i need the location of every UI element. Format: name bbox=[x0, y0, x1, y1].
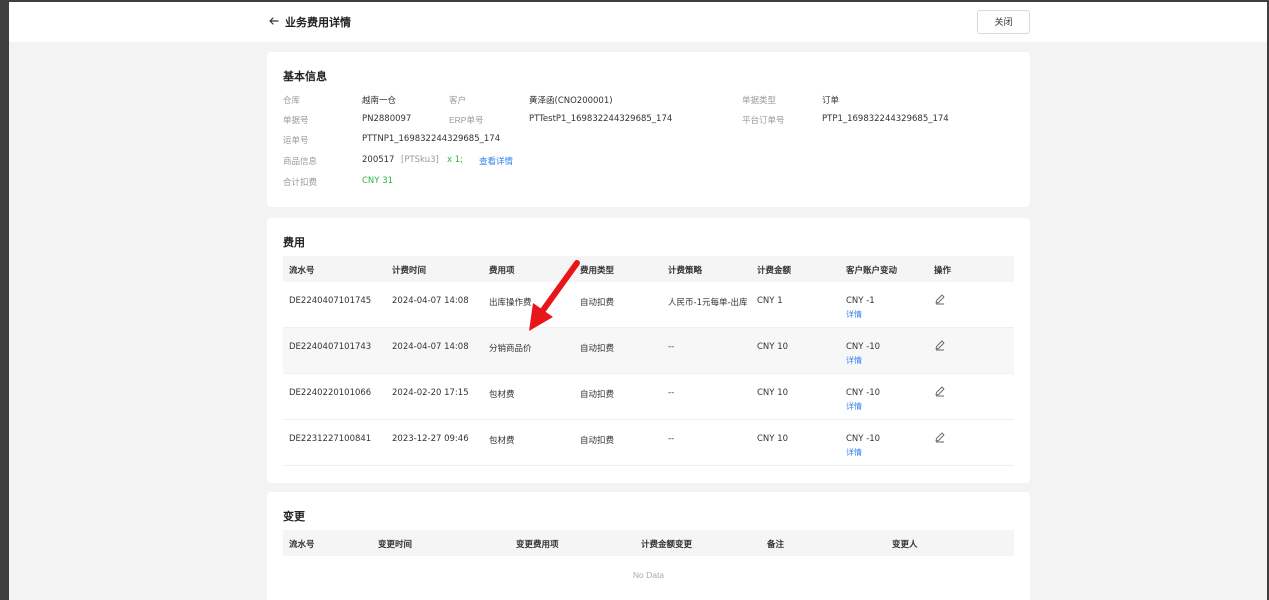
col-serial: 流水号 bbox=[289, 539, 315, 549]
changes-table: 流水号 变更时间 变更费用项 计费金额变更 备注 变更人 No Data bbox=[283, 530, 1014, 600]
col-amount-change: 计费金额变更 bbox=[641, 539, 693, 549]
account-change-cell: CNY -10 bbox=[846, 434, 881, 444]
erp-no-label: ERP单号 bbox=[449, 115, 484, 125]
strategy-cell: -- bbox=[668, 434, 675, 444]
type-cell: 自动扣费 bbox=[580, 390, 615, 400]
edit-icon[interactable] bbox=[934, 431, 946, 443]
time-cell: 2023-12-27 09:46 bbox=[392, 434, 469, 444]
detail-link[interactable]: 详情 bbox=[846, 355, 862, 366]
amount-cell: CNY 10 bbox=[757, 388, 789, 398]
time-cell: 2024-04-07 14:08 bbox=[392, 296, 469, 306]
goods-sku-value: [PTSku3] bbox=[401, 155, 439, 165]
table-row: DE2240407101743 2024-04-07 14:08 分销商品价 自… bbox=[283, 328, 1014, 374]
basic-info-title: 基本信息 bbox=[283, 71, 327, 83]
fees-title: 费用 bbox=[283, 237, 305, 249]
col-account-change: 客户账户变动 bbox=[846, 265, 898, 275]
customer-label: 客户 bbox=[449, 95, 467, 105]
total-fee-label: 合计扣费 bbox=[283, 177, 318, 187]
strategy-cell: 人民币-1元每单-出库 bbox=[668, 298, 748, 308]
col-item: 费用项 bbox=[489, 265, 515, 275]
col-time: 计费时间 bbox=[392, 265, 427, 275]
time-cell: 2024-04-07 14:08 bbox=[392, 342, 469, 352]
edit-icon[interactable] bbox=[934, 293, 946, 305]
serial-cell: DE2240407101743 bbox=[289, 342, 372, 352]
edit-icon[interactable] bbox=[934, 385, 946, 397]
account-change-cell: CNY -10 bbox=[846, 342, 881, 352]
empty-state-text: No Data bbox=[632, 570, 665, 580]
serial-cell: DE2240407101745 bbox=[289, 296, 372, 306]
table-row: DE2240407101745 2024-04-07 14:08 出库操作费 自… bbox=[283, 282, 1014, 328]
account-change-cell: CNY -1 bbox=[846, 296, 875, 306]
strategy-cell: -- bbox=[668, 388, 675, 398]
close-button[interactable]: 关闭 bbox=[977, 10, 1030, 34]
erp-no-value: PTTestP1_169832244329685_174 bbox=[529, 114, 673, 124]
table-row: DE2231227100841 2023-12-27 09:46 包材费 自动扣… bbox=[283, 420, 1014, 466]
doc-type-label: 单据类型 bbox=[742, 95, 777, 105]
page-title: 业务费用详情 bbox=[285, 17, 351, 29]
fee-detail-page: 业务费用详情 关闭 基本信息 仓库 越南一仓 客户 黄泽函(CNO200001)… bbox=[9, 2, 1267, 600]
col-operator: 变更人 bbox=[892, 539, 918, 549]
col-actions: 操作 bbox=[934, 265, 952, 275]
changes-table-header: 流水号 变更时间 变更费用项 计费金额变更 备注 变更人 bbox=[283, 530, 1014, 556]
doc-type-value: 订单 bbox=[822, 96, 840, 106]
modal-backdrop-left bbox=[0, 0, 9, 600]
item-cell: 分销商品价 bbox=[489, 344, 532, 354]
fees-card: 费用 流水号 计费时间 费用项 费用类型 计费策略 计费金额 客户账户变动 操作… bbox=[267, 218, 1030, 483]
type-cell: 自动扣费 bbox=[580, 436, 615, 446]
col-amount: 计费金额 bbox=[757, 265, 792, 275]
goods-info-label: 商品信息 bbox=[283, 156, 318, 166]
view-goods-detail-link[interactable]: 查看详情 bbox=[479, 155, 513, 167]
total-fee-value: CNY 31 bbox=[362, 176, 394, 186]
detail-link[interactable]: 详情 bbox=[846, 447, 862, 458]
col-remark: 备注 bbox=[767, 539, 785, 549]
edit-icon[interactable] bbox=[934, 339, 946, 351]
item-cell: 包材费 bbox=[489, 390, 515, 400]
detail-link[interactable]: 详情 bbox=[846, 401, 862, 412]
amount-cell: CNY 10 bbox=[757, 342, 789, 352]
detail-link[interactable]: 详情 bbox=[846, 309, 862, 320]
platform-no-label: 平台订单号 bbox=[742, 115, 785, 125]
serial-cell: DE2231227100841 bbox=[289, 434, 372, 444]
col-type: 费用类型 bbox=[580, 265, 615, 275]
col-serial: 流水号 bbox=[289, 265, 315, 275]
serial-cell: DE2240220101066 bbox=[289, 388, 372, 398]
tracking-no-value: PTTNP1_169832244329685_174 bbox=[362, 134, 501, 144]
changes-card: 变更 流水号 变更时间 变更费用项 计费金额变更 备注 变更人 No Data bbox=[267, 492, 1030, 600]
fees-table-header: 流水号 计费时间 费用项 费用类型 计费策略 计费金额 客户账户变动 操作 bbox=[283, 256, 1014, 282]
account-change-cell: CNY -10 bbox=[846, 388, 881, 398]
goods-id-value: 200517 bbox=[362, 155, 395, 165]
platform-no-value: PTP1_169832244329685_174 bbox=[822, 114, 949, 124]
page-header: 业务费用详情 关闭 bbox=[9, 2, 1267, 42]
col-strategy: 计费策略 bbox=[668, 265, 703, 275]
type-cell: 自动扣费 bbox=[580, 344, 615, 354]
doc-no-label: 单据号 bbox=[283, 115, 309, 125]
basic-info-card: 基本信息 仓库 越南一仓 客户 黄泽函(CNO200001) 单据类型 订单 单… bbox=[267, 52, 1030, 207]
time-cell: 2024-02-20 17:15 bbox=[392, 388, 469, 398]
strategy-cell: -- bbox=[668, 342, 675, 352]
amount-cell: CNY 10 bbox=[757, 434, 789, 444]
col-change-time: 变更时间 bbox=[378, 539, 413, 549]
changes-title: 变更 bbox=[283, 511, 305, 523]
amount-cell: CNY 1 bbox=[757, 296, 783, 306]
table-row: DE2240220101066 2024-02-20 17:15 包材费 自动扣… bbox=[283, 374, 1014, 420]
fees-table: 流水号 计费时间 费用项 费用类型 计费策略 计费金额 客户账户变动 操作 DE… bbox=[283, 256, 1014, 471]
warehouse-label: 仓库 bbox=[283, 95, 301, 105]
item-cell: 出库操作费 bbox=[489, 298, 532, 308]
customer-value: 黄泽函(CNO200001) bbox=[529, 96, 613, 106]
warehouse-value: 越南一仓 bbox=[362, 96, 397, 106]
doc-no-value: PN2880097 bbox=[362, 114, 412, 124]
tracking-no-label: 运单号 bbox=[283, 135, 309, 145]
arrow-left-icon[interactable] bbox=[268, 15, 280, 27]
col-change-item: 变更费用项 bbox=[516, 539, 559, 549]
goods-qty-value: x 1; bbox=[447, 155, 464, 165]
type-cell: 自动扣费 bbox=[580, 298, 615, 308]
item-cell: 包材费 bbox=[489, 436, 515, 446]
